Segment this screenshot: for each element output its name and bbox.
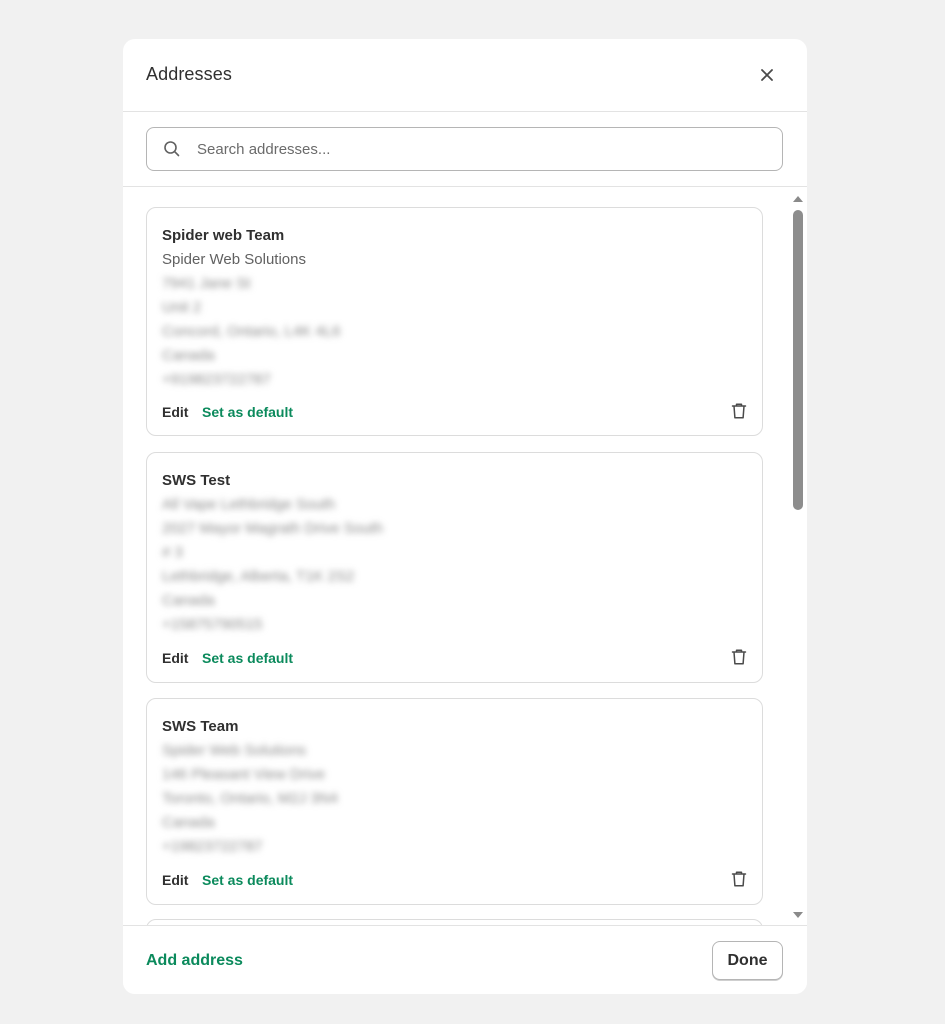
address-list: Spider web Team Spider Web Solutions 794… (123, 187, 807, 925)
scroll-down-arrow[interactable] (793, 912, 803, 918)
trash-icon[interactable] (729, 869, 749, 889)
set-default-link[interactable]: Set as default (202, 650, 293, 666)
address-name: Spider web Team (162, 227, 285, 244)
address-card: SWS Test All Vape Lethbridge South 2027 … (146, 452, 763, 683)
address-line: # 3 (162, 544, 183, 561)
address-line: Concord, Ontario, L4K 4L6 (162, 323, 341, 340)
address-phone: +19823722787 (162, 838, 263, 855)
modal-header: Addresses (123, 39, 807, 112)
address-line: Canada (162, 347, 215, 364)
address-line: Canada (162, 592, 215, 609)
address-line: 7941 Jane St (162, 275, 251, 292)
edit-address-link[interactable]: Edit (162, 404, 188, 420)
address-line: Canada (162, 814, 215, 831)
address-line: Unit 2 (162, 299, 202, 316)
address-company: Spider Web Solutions (162, 251, 306, 268)
search-input[interactable] (195, 129, 769, 169)
edit-address-link[interactable]: Edit (162, 872, 188, 888)
address-line: 146 Pleasant View Drive (162, 766, 326, 783)
done-button[interactable]: Done (712, 941, 783, 980)
trash-icon[interactable] (729, 401, 749, 421)
address-phone: +15875790515 (162, 616, 263, 633)
modal-title: Addresses (146, 64, 232, 84)
address-name: SWS Test (162, 472, 231, 489)
address-line: Toronto, Ontario, M2J 3N4 (162, 790, 338, 807)
address-name: SWS Team (162, 718, 239, 735)
search-box[interactable] (146, 127, 783, 171)
trash-icon[interactable] (729, 647, 749, 667)
address-card: SWS Team Spider Web Solutions 146 Pleasa… (146, 698, 763, 905)
edit-address-link[interactable]: Edit (162, 650, 188, 666)
add-address-link[interactable]: Add address (146, 952, 243, 970)
search-section (123, 112, 807, 187)
close-button[interactable] (754, 62, 780, 88)
scrollbar-thumb[interactable] (793, 210, 803, 510)
modal-footer: Add address Done (123, 925, 807, 994)
address-line: 2027 Mayor Magrath Drive South (162, 520, 383, 537)
address-line: Lethbridge, Alberta, T1K 2S2 (162, 568, 355, 585)
close-icon (761, 69, 773, 81)
set-default-link[interactable]: Set as default (202, 872, 293, 888)
address-line: All Vape Lethbridge South (162, 496, 336, 513)
address-line: Spider Web Solutions (162, 742, 306, 759)
address-phone: +919823722787 (162, 371, 271, 388)
set-default-link[interactable]: Set as default (202, 404, 293, 420)
addresses-modal: Addresses Spider web Team Spider Web Sol… (123, 39, 807, 994)
scroll-up-arrow[interactable] (793, 196, 803, 202)
scrollbar[interactable] (791, 196, 805, 920)
search-icon (164, 141, 180, 157)
address-card: Spider web Team Spider Web Solutions 794… (146, 207, 763, 436)
